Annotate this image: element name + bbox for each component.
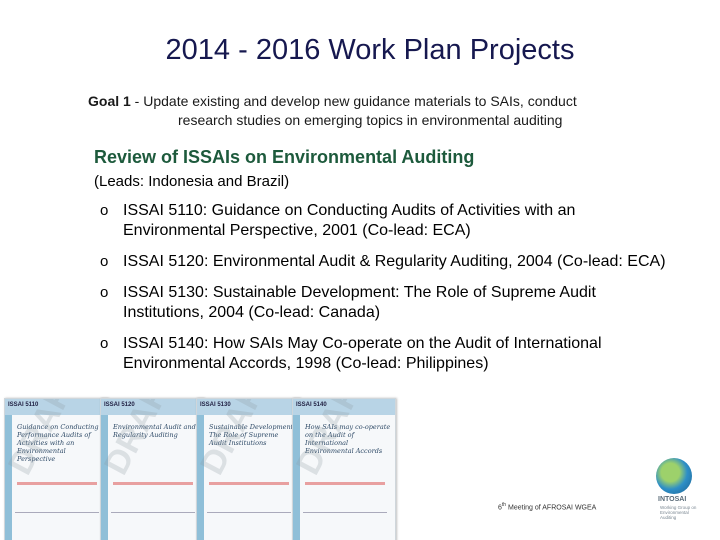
list-item: o ISSAI 5130: Sustainable Development: Th… [100, 283, 680, 323]
list-item-text: ISSAI 5130: Sustainable Development: The… [123, 284, 596, 321]
cover-issai-5110: ISSAI 5110 Guidance on Conducting Perfor… [4, 398, 108, 540]
bullet-marker: o [100, 253, 109, 270]
meeting-footer: 6th Meeting of AFROSAI WGEA [498, 502, 596, 511]
meeting-text: Meeting of AFROSAI WGEA [506, 504, 597, 512]
goal-line2: research studies on emerging topics in e… [178, 112, 563, 128]
slide: 2014 - 2016 Work Plan Projects Goal 1 - … [0, 0, 720, 540]
cover-issai-5140: ISSAI 5140 How SAIs may co-operate on th… [292, 398, 396, 540]
list-item: o ISSAI 5140: How SAIs May Co-operate on … [100, 334, 680, 374]
logo-name: INTOSAI [658, 496, 687, 503]
list-item-text: ISSAI 5110: Guidance on Conducting Audit… [123, 202, 576, 239]
cover-issai-5120: ISSAI 5120 Environmental Audit and Regul… [100, 398, 204, 540]
cover-issai-5130: ISSAI 5130 Sustainable Development: The … [196, 398, 300, 540]
section-leads: (Leads: Indonesia and Brazil) [94, 173, 290, 190]
slide-title: 2014 - 2016 Work Plan Projects [165, 34, 575, 66]
logo-tagline: Working Group on Environmental Auditing [660, 505, 697, 520]
list-item: o ISSAI 5110: Guidance on Conducting Audi… [100, 201, 680, 241]
bullet-marker: o [100, 335, 109, 352]
issai-list: o ISSAI 5110: Guidance on Conducting Audi… [100, 201, 680, 385]
goal-line1: - Update existing and develop new guidan… [130, 93, 577, 109]
globe-icon [656, 458, 692, 494]
list-item: o ISSAI 5120: Environmental Audit & Regul… [100, 252, 680, 272]
intosai-logo: INTOSAI Working Group on Environmental A… [656, 458, 696, 534]
bullet-marker: o [100, 202, 109, 219]
goal-text: Goal 1 - Update existing and develop new… [88, 92, 688, 130]
section-heading: Review of ISSAIs on Environmental Auditi… [94, 147, 475, 167]
goal-label: Goal 1 [88, 93, 131, 109]
bullet-marker: o [100, 284, 109, 301]
list-item-text: ISSAI 5120: Environmental Audit & Regula… [123, 253, 666, 270]
list-item-text: ISSAI 5140: How SAIs May Co-operate on t… [123, 335, 602, 372]
